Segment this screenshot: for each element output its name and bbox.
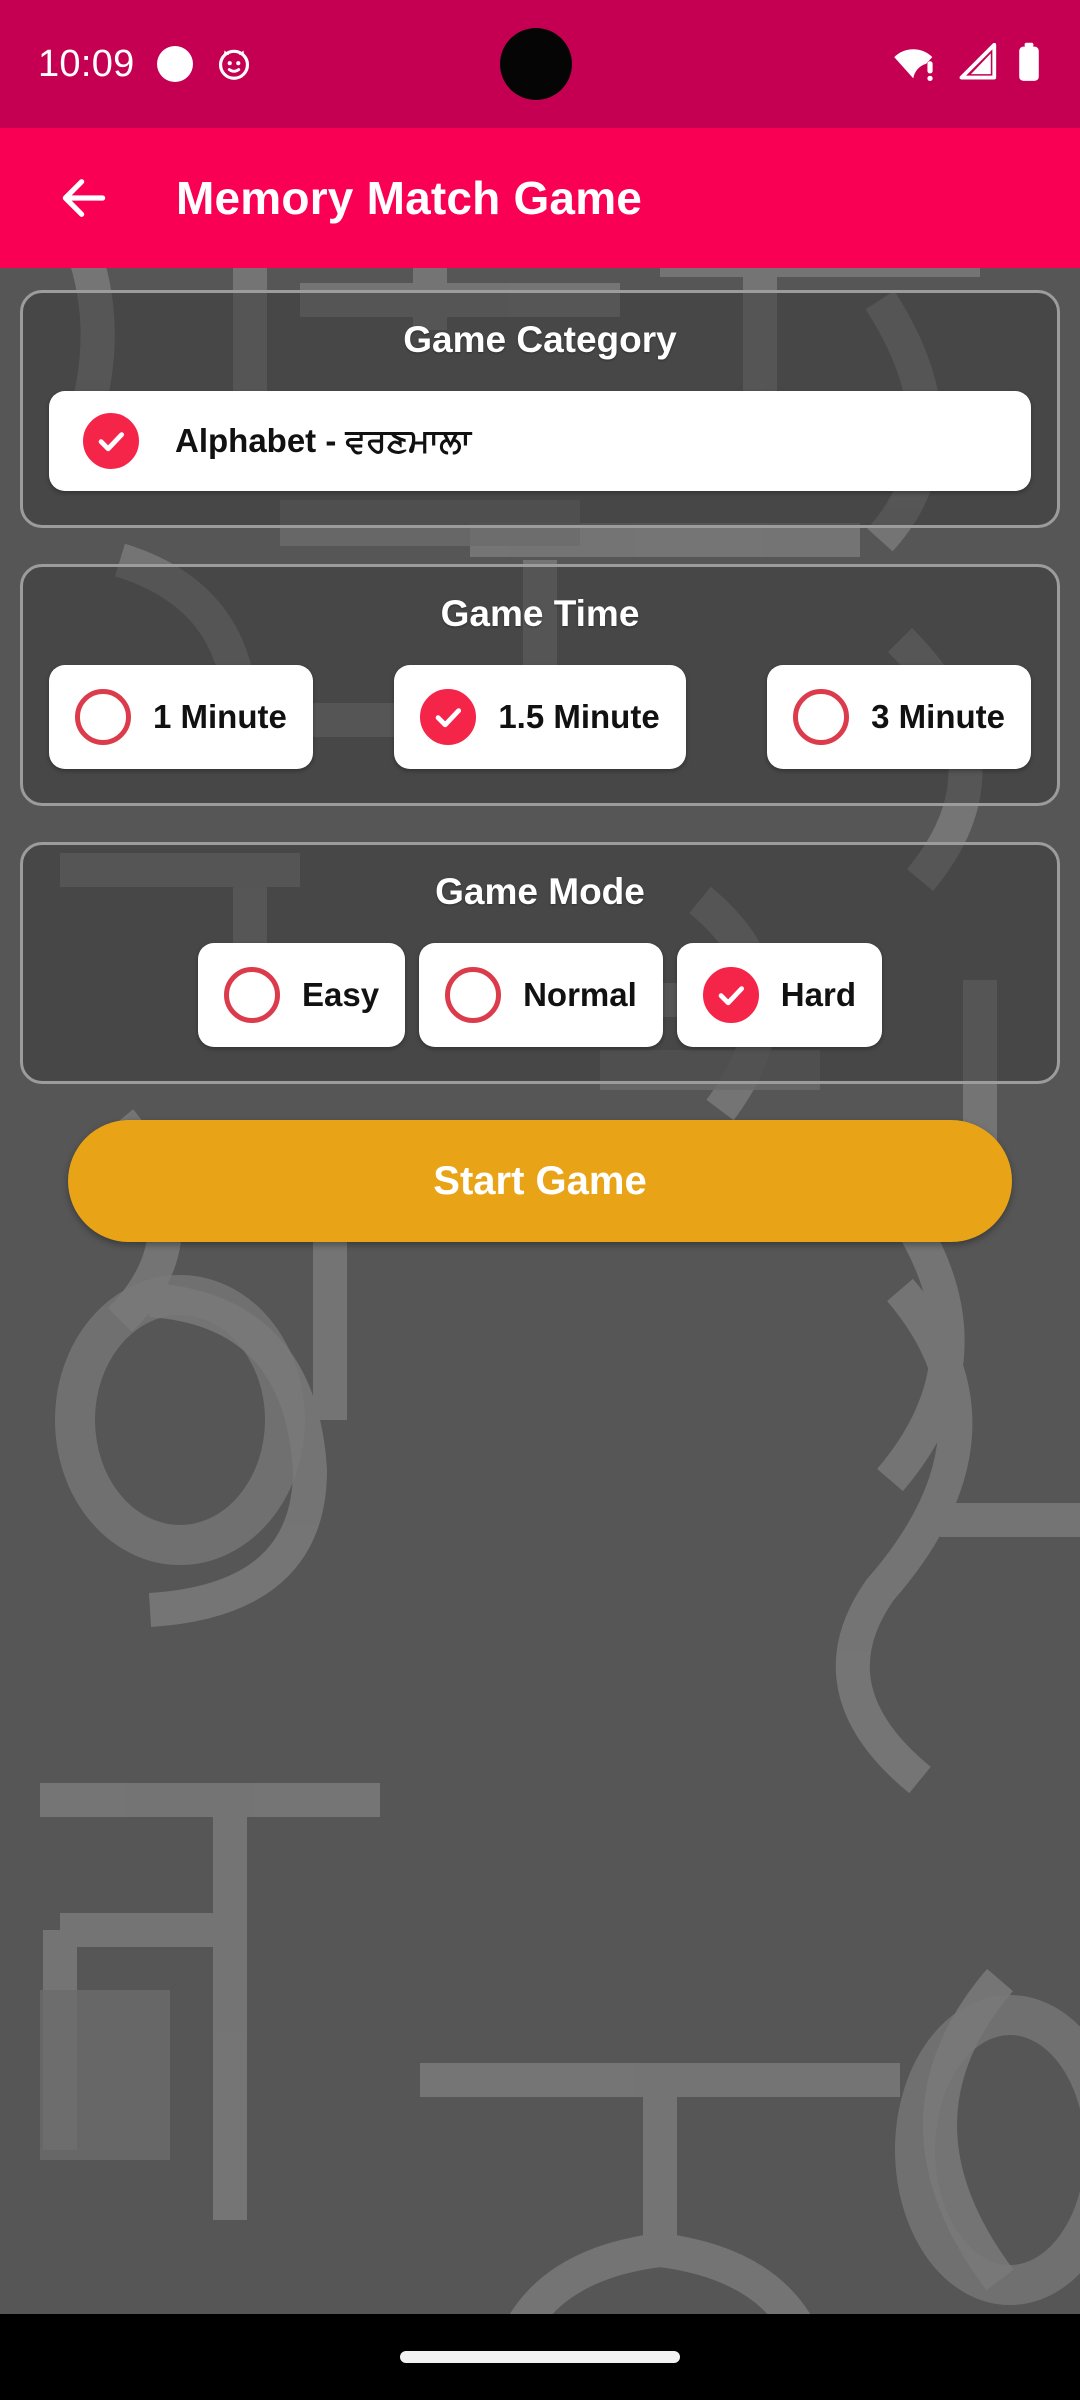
cat-face-icon: [215, 45, 253, 83]
time-option-label: 1.5 Minute: [498, 698, 660, 735]
status-bar-left: 10:09: [38, 43, 253, 86]
check-icon: [718, 986, 744, 1006]
back-button[interactable]: [48, 162, 120, 234]
circle-notification-icon: [156, 46, 193, 82]
app-bar: Memory Match Game: [0, 128, 1080, 268]
home-indicator-pill[interactable]: [400, 2351, 680, 2363]
mode-option-label: Normal: [523, 976, 637, 1013]
mode-option-hard[interactable]: Hard: [676, 943, 882, 1047]
mode-option-label: Hard: [780, 976, 856, 1013]
game-time-title: Game Time: [440, 593, 640, 634]
arrow-left-icon: [62, 179, 106, 217]
category-option-label: Alphabet - ਵਰਣਮਾਲਾ: [175, 421, 471, 459]
radio-unselected-icon[interactable]: [75, 689, 131, 745]
phone-screen: 10:09 Memory Match Game Game Category Al…: [0, 0, 1080, 2400]
settings-content: Game Category Alphabet - ਵਰਣਮਾਲਾ Game Ti…: [0, 268, 1080, 1242]
status-bar-right: [892, 41, 1042, 88]
time-option-label: 3 Minute: [871, 698, 1005, 735]
time-option-1-minute[interactable]: 1 Minute: [49, 665, 313, 769]
page-title: Memory Match Game: [176, 172, 643, 224]
game-category-title: Game Category: [403, 319, 677, 360]
mode-option-normal[interactable]: Normal: [419, 943, 663, 1047]
mode-option-easy[interactable]: Easy: [198, 943, 406, 1047]
radio-selected-icon[interactable]: [702, 967, 759, 1023]
start-game-label: Start Game: [433, 1158, 647, 1203]
game-mode-section: Game Mode Easy Normal Hard: [20, 842, 1060, 1084]
time-option-label: 1 Minute: [153, 698, 287, 735]
radio-unselected-icon[interactable]: [445, 967, 502, 1023]
status-clock: 10:09: [38, 42, 135, 85]
game-mode-options: Easy Normal Hard: [49, 943, 1031, 1047]
radio-unselected-icon[interactable]: [224, 967, 281, 1023]
radio-selected-icon[interactable]: [83, 413, 139, 469]
cellular-signal-icon: [956, 42, 998, 86]
system-navigation-bar: [0, 2314, 1080, 2400]
check-icon: [98, 432, 125, 452]
start-game-button[interactable]: Start Game: [68, 1120, 1012, 1242]
game-time-section: Game Time 1 Minute 1.5 Minute 3 Minute: [20, 564, 1060, 806]
time-option-1-5-minute[interactable]: 1.5 Minute: [394, 665, 686, 769]
time-option-3-minute[interactable]: 3 Minute: [767, 665, 1031, 769]
check-icon: [435, 708, 462, 728]
wifi-no-internet-icon: [892, 43, 938, 86]
radio-unselected-icon[interactable]: [793, 689, 850, 745]
category-option-alphabet[interactable]: Alphabet - ਵਰਣਮਾਲਾ: [49, 391, 1031, 491]
game-mode-title: Game Mode: [435, 871, 645, 912]
battery-full-icon: [1016, 41, 1042, 88]
mode-option-label: Easy: [302, 976, 380, 1013]
camera-punch-hole: [500, 28, 572, 100]
radio-selected-icon[interactable]: [420, 689, 477, 745]
game-time-options: 1 Minute 1.5 Minute 3 Minute: [49, 665, 1031, 769]
game-category-section: Game Category Alphabet - ਵਰਣਮਾਲਾ: [20, 290, 1060, 528]
